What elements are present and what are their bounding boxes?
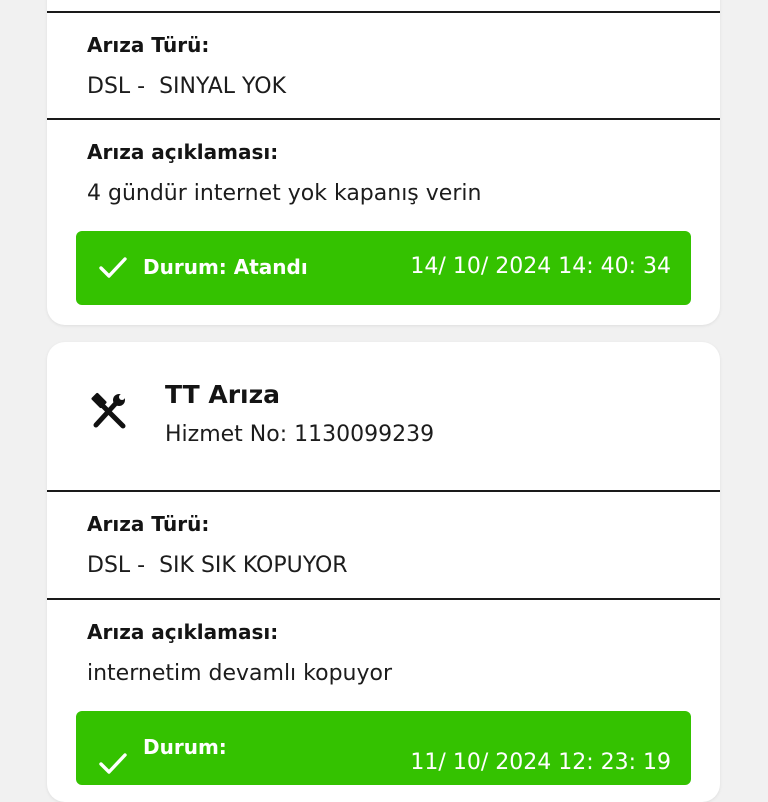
- divider: [47, 598, 720, 600]
- fault-description-value: 4 gündür internet yok kapanış verin: [87, 181, 482, 206]
- divider: [47, 490, 720, 492]
- status-label: Durum:: [143, 735, 227, 759]
- service-number: Hizmet No: 1130099239: [165, 422, 435, 447]
- fault-type-value: DSL - SIK SIK KOPUYOR: [87, 553, 348, 578]
- status-date: 14/ 10/ 2024 14: 40: 34: [410, 254, 671, 279]
- divider: [47, 11, 720, 13]
- tools-icon: [91, 392, 126, 429]
- fault-type-value: DSL - SINYAL YOK: [87, 74, 286, 99]
- check-icon: [99, 257, 127, 278]
- fault-description-label: Arıza açıklaması:: [87, 620, 279, 644]
- status-bar[interactable]: Durum: Atandı 14/ 10/ 2024 14: 40: 34: [76, 231, 691, 305]
- check-icon: [99, 753, 127, 774]
- fault-type-label: Arıza Türü:: [87, 33, 210, 57]
- status-date: 11/ 10/ 2024 12: 23: 19: [410, 750, 671, 775]
- card-title: TT Arıza: [165, 380, 281, 409]
- fault-description-value: internetim devamlı kopuyor: [87, 661, 393, 686]
- fault-type-label: Arıza Türü:: [87, 512, 210, 536]
- fault-description-label: Arıza açıklaması:: [87, 140, 279, 164]
- status-label: Durum: Atandı: [143, 255, 308, 279]
- fault-card[interactable]: TT Arıza Hizmet No: 1130099239 Arıza Tür…: [47, 342, 720, 802]
- status-bar[interactable]: Durum: 11/ 10/ 2024 12: 23: 19: [76, 711, 691, 785]
- fault-card[interactable]: Arıza Türü: DSL - SINYAL YOK Arıza açıkl…: [47, 0, 720, 325]
- divider: [47, 118, 720, 120]
